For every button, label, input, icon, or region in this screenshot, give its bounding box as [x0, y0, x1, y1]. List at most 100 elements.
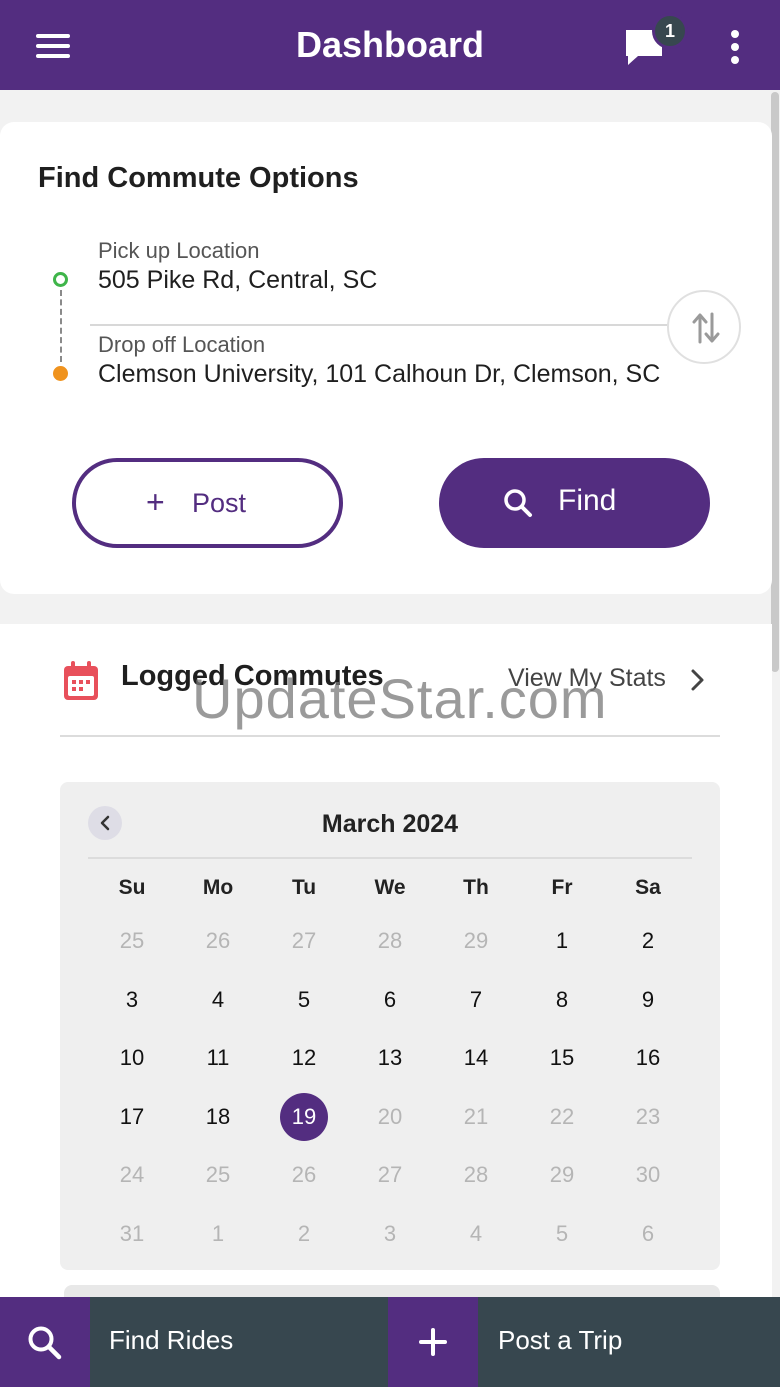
location-divider — [90, 324, 670, 326]
calendar-day[interactable]: 28 — [433, 1146, 519, 1205]
calendar-day-number: 6 — [383, 986, 397, 1012]
calendar-day[interactable]: 16 — [605, 1029, 691, 1088]
calendar-day-number: 15 — [549, 1045, 575, 1071]
calendar-day-number: 28 — [377, 928, 403, 954]
post-trip-label[interactable]: Post a Trip — [498, 1325, 622, 1356]
logged-commutes-title: Logged Commutes — [121, 660, 384, 692]
calendar-day-number: 1 — [211, 1220, 225, 1246]
find-button[interactable]: Find — [439, 458, 710, 548]
calendar-day[interactable]: 31 — [89, 1205, 175, 1264]
calendar-day[interactable]: 4 — [175, 971, 261, 1030]
calendar-day[interactable]: 24 — [89, 1146, 175, 1205]
chevron-right-icon[interactable] — [690, 668, 706, 692]
weekday-header: We — [374, 876, 406, 899]
more-options-icon[interactable] — [729, 30, 741, 64]
weekday-header: Fr — [551, 876, 573, 899]
post-trip-button[interactable] — [388, 1297, 478, 1387]
find-rides-button[interactable] — [0, 1297, 90, 1387]
calendar-day[interactable]: 7 — [433, 971, 519, 1030]
calendar-day[interactable]: 26 — [261, 1146, 347, 1205]
calendar-day[interactable]: 21 — [433, 1088, 519, 1147]
weekday-header: Th — [463, 876, 489, 899]
bottom-action-bar: Find Rides Post a Trip — [0, 1297, 780, 1387]
app-header: Dashboard 1 — [0, 0, 780, 90]
calendar-day[interactable]: 3 — [347, 1205, 433, 1264]
calendar-day-number: 5 — [555, 1220, 569, 1246]
calendar-day[interactable]: 5 — [519, 1205, 605, 1264]
find-rides-label[interactable]: Find Rides — [109, 1325, 233, 1356]
swap-locations-button[interactable] — [667, 290, 741, 364]
search-icon — [28, 1326, 62, 1360]
calendar-divider — [88, 857, 692, 859]
calendar-day-number: 5 — [297, 986, 311, 1012]
calendar-day[interactable]: 23 — [605, 1088, 691, 1147]
calendar-day[interactable]: 1 — [175, 1205, 261, 1264]
calendar-day-number: 29 — [549, 1162, 575, 1188]
calendar-day[interactable]: 25 — [175, 1146, 261, 1205]
calendar-day[interactable]: 26 — [175, 912, 261, 971]
calendar-day-number: 10 — [119, 1045, 145, 1071]
dropoff-location-field[interactable]: Clemson University, 101 Calhoun Dr, Clem… — [98, 360, 660, 389]
calendar-day-number: 28 — [463, 1162, 489, 1188]
calendar-day-number: 13 — [377, 1045, 403, 1071]
pickup-location-field[interactable]: 505 Pike Rd, Central, SC — [98, 266, 377, 295]
calendar-day[interactable]: 25 — [89, 912, 175, 971]
calendar-day[interactable]: 6 — [605, 1205, 691, 1264]
calendar-day[interactable]: 1 — [519, 912, 605, 971]
calendar-day[interactable]: 29 — [433, 912, 519, 971]
calendar-day-number: 2 — [297, 1220, 311, 1246]
view-my-stats-link[interactable]: View My Stats — [508, 664, 666, 693]
calendar-day-number: 7 — [469, 986, 483, 1012]
calendar-day[interactable]: 6 — [347, 971, 433, 1030]
calendar-day[interactable]: 5 — [261, 971, 347, 1030]
calendar-day[interactable]: 22 — [519, 1088, 605, 1147]
calendar-day[interactable]: 14 — [433, 1029, 519, 1088]
calendar-day[interactable]: 15 — [519, 1029, 605, 1088]
calendar-day-number: 12 — [291, 1045, 317, 1071]
message-count-badge: 1 — [652, 13, 688, 49]
calendar-day[interactable]: 27 — [261, 912, 347, 971]
calendar-day[interactable]: 2 — [605, 912, 691, 971]
calendar-day[interactable]: 29 — [519, 1146, 605, 1205]
calendar-grid: Su Mo Tu We Th Fr Sa 25 26 27 28 29 1 2 3 4 5 6 7 8 9 10 11 12 1… — [89, 864, 691, 1263]
calendar-day-number: 27 — [377, 1162, 403, 1188]
calendar-day-number: 21 — [463, 1103, 489, 1129]
calendar-day[interactable]: 13 — [347, 1029, 433, 1088]
calendar-day-number: 19 — [280, 1092, 328, 1141]
calendar-day[interactable]: 17 — [89, 1088, 175, 1147]
calendar-day[interactable]: 4 — [433, 1205, 519, 1264]
find-card-title: Find Commute Options — [38, 162, 359, 194]
weekday-header: Sa — [635, 876, 661, 899]
calendar-day-number: 18 — [205, 1103, 231, 1129]
calendar-day[interactable]: 8 — [519, 971, 605, 1030]
calendar-day[interactable]: 20 — [347, 1088, 433, 1147]
calendar-day-number: 25 — [205, 1162, 231, 1188]
calendar-day-number: 27 — [291, 928, 317, 954]
calendar-day-selected[interactable]: 19 — [261, 1088, 347, 1147]
calendar-day[interactable]: 11 — [175, 1029, 261, 1088]
calendar-day[interactable]: 9 — [605, 971, 691, 1030]
calendar-day[interactable]: 30 — [605, 1146, 691, 1205]
calendar-day-number: 22 — [549, 1103, 575, 1129]
calendar-day-number: 26 — [205, 928, 231, 954]
calendar-day[interactable]: 28 — [347, 912, 433, 971]
pickup-label: Pick up Location — [98, 238, 260, 263]
calendar-day-number: 14 — [463, 1045, 489, 1071]
page-scrollbar[interactable] — [771, 92, 779, 672]
post-button-label: Post — [192, 488, 247, 518]
calendar-day[interactable]: 10 — [89, 1029, 175, 1088]
calendar-day-number: 29 — [463, 928, 489, 954]
weekday-header: Tu — [291, 876, 317, 899]
weekday-header: Su — [118, 876, 146, 899]
post-button[interactable]: + Post — [72, 458, 343, 548]
calendar-day[interactable]: 27 — [347, 1146, 433, 1205]
calendar-day-number: 25 — [119, 928, 145, 954]
calendar-day[interactable]: 2 — [261, 1205, 347, 1264]
calendar-day[interactable]: 3 — [89, 971, 175, 1030]
calendar-day-number: 26 — [291, 1162, 317, 1188]
calendar-day[interactable]: 12 — [261, 1029, 347, 1088]
calendar-day[interactable]: 18 — [175, 1088, 261, 1147]
calendar-day-number: 3 — [125, 986, 139, 1012]
calendar-day-number: 31 — [119, 1220, 145, 1246]
calendar-day-number: 4 — [469, 1220, 483, 1246]
